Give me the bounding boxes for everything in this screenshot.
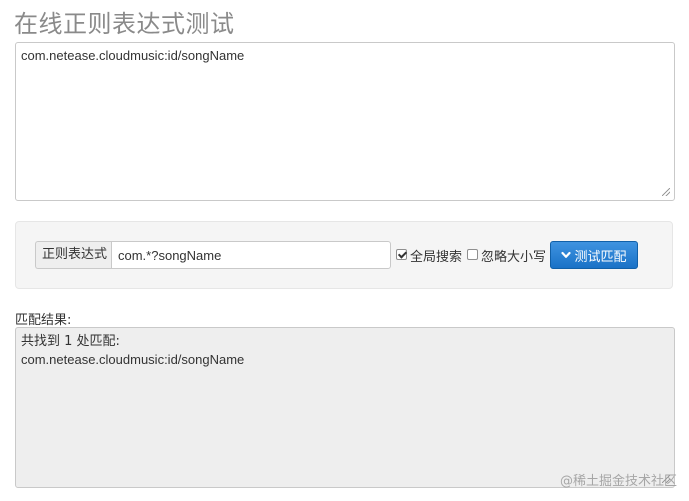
- regex-input[interactable]: [111, 241, 391, 269]
- chevron-down-icon: [561, 251, 572, 258]
- result-match: com.netease.cloudmusic:id/songName: [21, 352, 245, 367]
- regex-addon-label: 正则表达式: [35, 241, 114, 269]
- regex-panel: 正则表达式 全局搜索 忽略大小写 测试匹配: [15, 221, 673, 289]
- source-textarea[interactable]: [15, 42, 675, 201]
- test-match-button-label: 测试匹配: [574, 249, 627, 265]
- test-match-button[interactable]: 测试匹配: [550, 241, 638, 269]
- result-summary: 共找到 1 处匹配:: [21, 334, 120, 349]
- ignore-case-checkbox[interactable]: [467, 249, 478, 260]
- source-resize-handle[interactable]: [662, 188, 670, 196]
- result-box: 共找到 1 处匹配: com.netease.cloudmusic:id/son…: [15, 327, 675, 488]
- global-search-checkbox[interactable]: [396, 249, 407, 260]
- ignore-case-label[interactable]: 忽略大小写: [481, 246, 546, 265]
- result-label: 匹配结果:: [15, 313, 72, 328]
- global-search-label[interactable]: 全局搜索: [410, 246, 462, 265]
- page-title: 在线正则表达式测试: [14, 10, 235, 38]
- watermark: @稀土掘金技术社区: [559, 474, 677, 489]
